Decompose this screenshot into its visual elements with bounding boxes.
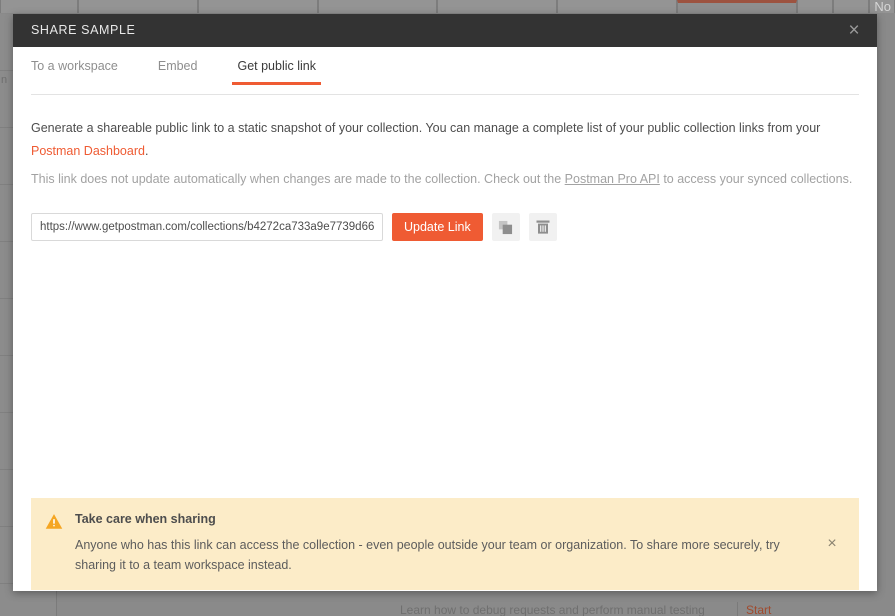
tab-label: Embed	[157, 59, 198, 73]
background-tab	[437, 0, 558, 13]
warning-body: Anyone who has this link can access the …	[75, 538, 780, 573]
postman-pro-api-link[interactable]: Postman Pro API	[565, 172, 660, 186]
sharing-warning-banner: Take care when sharing Anyone who has th…	[31, 498, 859, 590]
close-icon[interactable]: ×	[842, 14, 866, 47]
postman-dashboard-link[interactable]: Postman Dashboard	[31, 144, 145, 158]
warning-title: Take care when sharing	[75, 512, 216, 526]
background-tab	[197, 0, 318, 13]
tab-embed[interactable]: Embed	[158, 59, 198, 84]
modal-body: Generate a shareable public link to a st…	[13, 117, 877, 242]
tab-label: Get public link	[237, 59, 316, 73]
share-description: Generate a shareable public link to a st…	[31, 117, 859, 163]
background-tab	[797, 0, 834, 13]
tab-to-a-workspace[interactable]: To a workspace	[31, 59, 118, 84]
warning-triangle-icon	[45, 513, 65, 535]
modal-tab-bar: To a workspace Embed Get public link	[13, 47, 877, 95]
background-tab	[557, 0, 678, 13]
public-link-row: Update Link	[31, 213, 859, 242]
modal-header: SHARE SAMPLE ×	[13, 14, 877, 47]
background-tab	[0, 0, 78, 13]
public-link-input[interactable]	[31, 213, 383, 242]
warning-close-icon[interactable]: ×	[821, 535, 843, 553]
tab-get-public-link[interactable]: Get public link	[232, 59, 321, 85]
copy-icon[interactable]	[491, 213, 520, 242]
tab-label: To a workspace	[31, 59, 118, 73]
modal-title: SHARE SAMPLE	[31, 23, 136, 37]
background-tab-strip	[0, 0, 895, 14]
background-tab	[833, 0, 869, 13]
background-footer-start-link[interactable]: Start	[746, 603, 771, 616]
share-note-text-part2: to access your synced collections.	[659, 172, 853, 187]
background-tab	[317, 0, 438, 13]
background-footer-hint: Learn how to debug requests and perform …	[400, 603, 705, 616]
trash-icon[interactable]	[528, 213, 557, 242]
share-description-text-part2: .	[144, 144, 149, 159]
share-description-text-part1: Generate a shareable public link to a st…	[31, 121, 821, 135]
share-note-text-part1: This link does not update automatically …	[31, 172, 565, 187]
background-footer-separator	[737, 602, 738, 616]
background-top-right-label: No	[874, 0, 891, 14]
update-link-button[interactable]: Update Link	[392, 213, 483, 242]
warning-text-block: Take care when sharing Anyone who has th…	[65, 512, 821, 576]
background-tab	[677, 0, 798, 13]
share-sample-modal: SHARE SAMPLE × To a workspace Embed Get …	[13, 14, 877, 591]
share-note: This link does not update automatically …	[31, 169, 859, 189]
background-tab	[77, 0, 198, 13]
background-sidebar-hint-text: n	[1, 74, 8, 86]
